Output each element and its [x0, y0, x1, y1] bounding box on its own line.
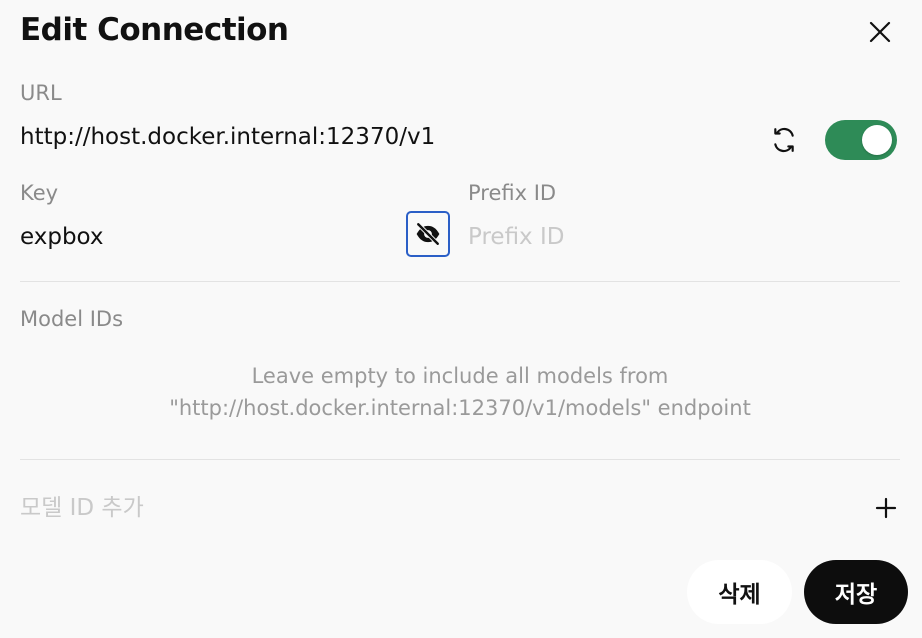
divider: [20, 281, 900, 282]
model-ids-hint-line2: "http://host.docker.internal:12370/v1/mo…: [169, 396, 751, 420]
model-ids-label: Model IDs: [20, 307, 124, 331]
connection-enabled-toggle[interactable]: [825, 120, 897, 160]
add-model-id-input[interactable]: [20, 490, 820, 526]
close-icon: [869, 21, 891, 43]
save-button[interactable]: 저장: [804, 560, 908, 624]
dialog-title: Edit Connection: [20, 12, 289, 48]
toggle-knob: [862, 125, 892, 155]
prefix-id-label: Prefix ID: [468, 181, 557, 205]
prefix-id-input[interactable]: [468, 220, 888, 254]
url-input[interactable]: http://host.docker.internal:12370/v1: [20, 124, 435, 150]
key-input[interactable]: expbox: [20, 224, 104, 250]
plus-icon: [875, 497, 897, 519]
delete-button[interactable]: 삭제: [687, 560, 792, 624]
refresh-icon: [774, 127, 794, 153]
url-label: URL: [20, 81, 62, 105]
key-label: Key: [20, 181, 59, 205]
toggle-key-visibility-button[interactable]: [406, 211, 450, 257]
add-model-id-button[interactable]: [868, 490, 904, 526]
eye-off-icon: [416, 222, 440, 246]
model-ids-hint: Leave empty to include all models from "…: [20, 360, 900, 424]
edit-connection-dialog: Edit Connection URL http://host.docker.i…: [0, 0, 922, 638]
model-ids-hint-line1: Leave empty to include all models from: [251, 364, 669, 388]
close-button[interactable]: [862, 14, 898, 50]
verify-connection-button[interactable]: [768, 124, 800, 156]
divider: [20, 459, 900, 460]
